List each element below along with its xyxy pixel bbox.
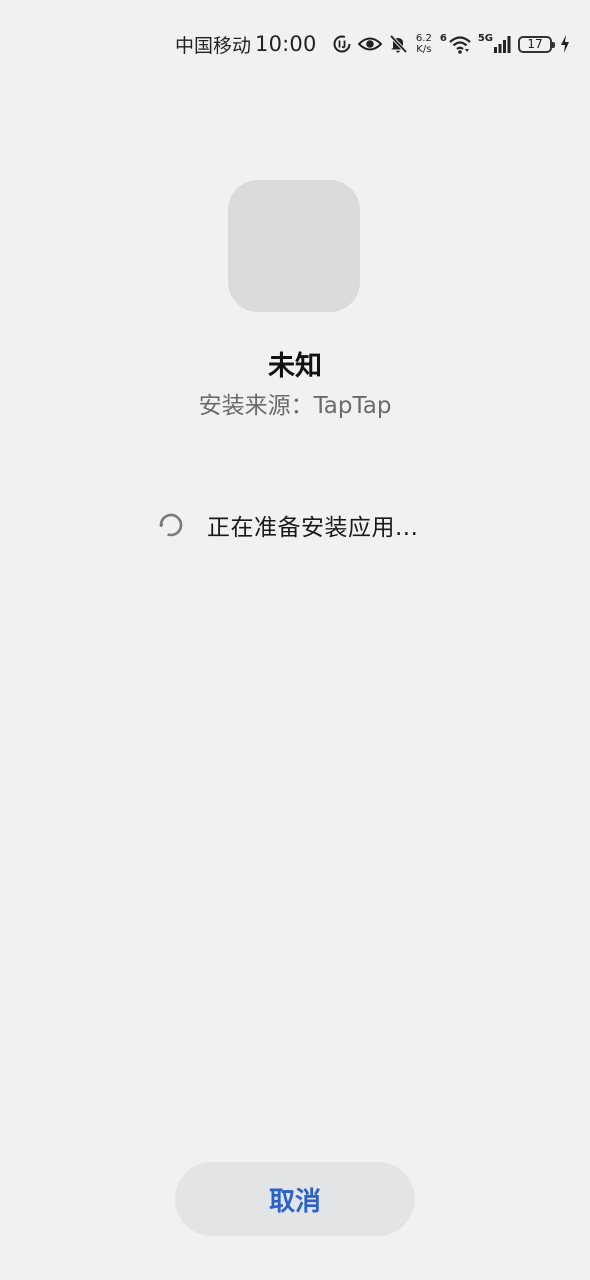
wifi-label: 6 — [439, 33, 447, 44]
charging-bolt-icon — [560, 34, 570, 54]
app-icon-placeholder — [228, 180, 360, 312]
loading-spinner-icon — [157, 511, 185, 539]
net-speed-value: 6.2 — [415, 33, 432, 44]
network-speed: 6.2 K/s — [414, 33, 434, 55]
wifi-icon: 6 — [440, 34, 472, 54]
status-bar: 中国移动 10:00 6.2 K/s 6 5G 17 — [0, 28, 590, 60]
progress-text: 正在准备安装应用... — [207, 515, 419, 541]
carrier-name: 中国移动 — [175, 34, 252, 57]
status-right: 6.2 K/s 6 5G 17 — [332, 28, 570, 60]
cellular-label: 5G — [477, 33, 493, 44]
battery-level: 17 — [527, 37, 543, 51]
clock: 10:00 — [255, 32, 317, 56]
status-left: 中国移动 10:00 — [175, 28, 317, 60]
cancel-button[interactable]: 取消 — [175, 1162, 415, 1236]
install-progress: 正在准备安装应用... — [157, 508, 418, 542]
net-speed-unit: K/s — [416, 44, 432, 55]
mute-bell-icon — [388, 34, 408, 54]
cellular-signal-icon: 5G — [478, 34, 512, 54]
battery-icon: 17 — [518, 35, 555, 53]
app-name: 未知 — [268, 351, 322, 382]
data-saver-icon — [332, 34, 352, 54]
eye-comfort-icon — [357, 35, 382, 53]
install-source: 安装来源：TapTap — [198, 393, 392, 419]
